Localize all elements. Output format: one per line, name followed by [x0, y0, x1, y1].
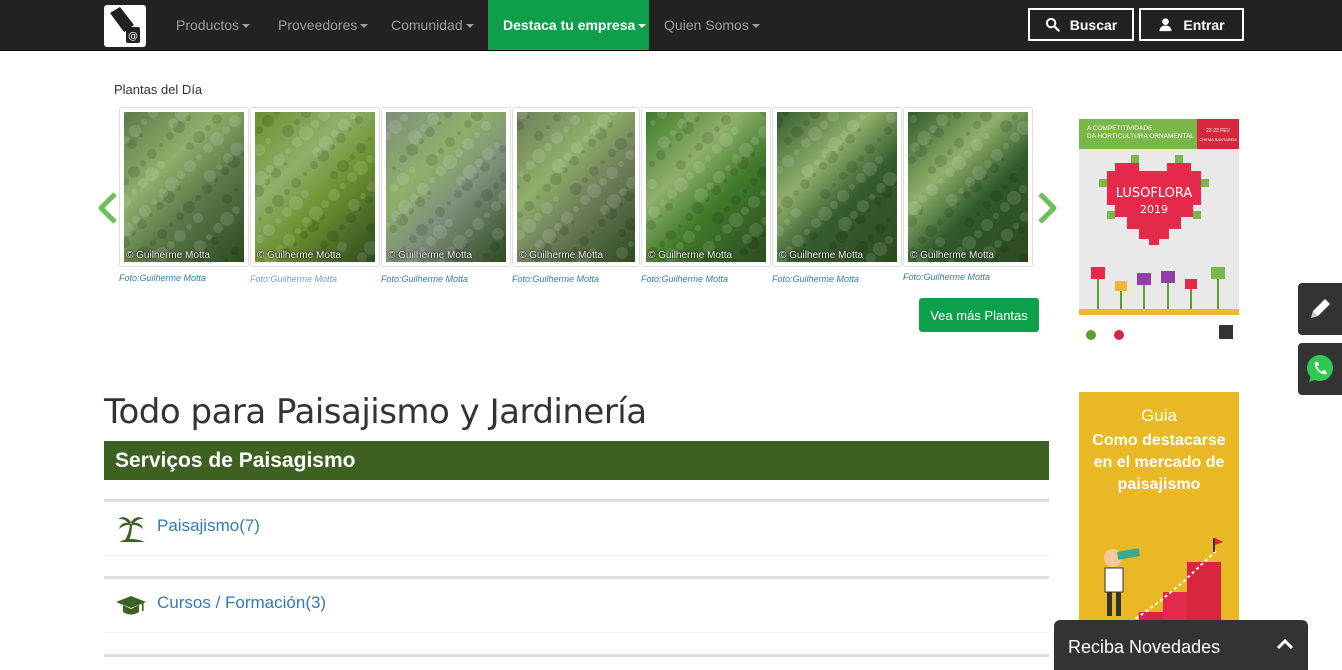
- plants-title: Plantas del Día: [114, 82, 203, 97]
- guide-ad-line1: Guia: [1141, 406, 1177, 425]
- plant-watermark: © Guilherme Motta: [779, 250, 864, 261]
- guide-ad-line2: Como destacarse en el mercado de paisaji…: [1092, 432, 1226, 493]
- plant-photo-texture: [255, 112, 375, 262]
- edit-floating-button[interactable]: [1298, 283, 1342, 335]
- category-divider: [104, 654, 1049, 657]
- plant-photo-texture: [386, 112, 506, 262]
- lusoflora-banner-graphic: A COMPETITIVIDADE DA HORTICULTURA ORNAMEN…: [1079, 119, 1239, 345]
- category-row[interactable]: Paisajismo(7): [104, 499, 1049, 556]
- caret-down-icon: [751, 24, 760, 29]
- section-header: Serviços de Paisagismo: [104, 441, 1049, 480]
- search-icon: [1045, 17, 1060, 32]
- site-logo[interactable]: @: [104, 5, 146, 47]
- plant-watermark: © Guilherme Motta: [257, 250, 342, 261]
- lusoflora-name: LUSOFLORA: [1116, 186, 1193, 201]
- nav-destaca-tu-empresa[interactable]: Destaca tu empresa: [488, 0, 649, 50]
- plant-photo[interactable]: © Guilherme Motta: [908, 112, 1028, 262]
- nav-productos[interactable]: Productos: [176, 0, 251, 50]
- newsletter-panel[interactable]: Reciba Novedades: [1054, 620, 1308, 670]
- nav-proveedores[interactable]: Proveedores: [278, 0, 369, 50]
- plant-card[interactable]: © Guilherme Motta: [641, 107, 771, 267]
- plant-card[interactable]: © Guilherme Motta: [772, 107, 902, 267]
- plant-card[interactable]: © Guilherme Motta: [119, 107, 249, 267]
- plant-photo-texture: [517, 112, 635, 262]
- plant-photo-texture: [646, 112, 766, 262]
- plant-card[interactable]: © Guilherme Motta: [250, 107, 380, 267]
- see-more-plants-button[interactable]: Vea más Plantas: [919, 298, 1039, 332]
- nav-quien-somos[interactable]: Quien Somos: [664, 0, 760, 50]
- graduation-cap-icon: [116, 596, 146, 615]
- plant-photo-texture: [908, 112, 1028, 262]
- palm-tree-icon: [118, 517, 145, 542]
- plant-watermark: © Guilherme Motta: [388, 250, 473, 261]
- plant-photo[interactable]: © Guilherme Motta: [517, 112, 635, 262]
- newsletter-label: Reciba Novedades: [1068, 637, 1221, 657]
- caret-down-icon: [465, 24, 474, 29]
- plant-photo[interactable]: © Guilherme Motta: [646, 112, 766, 262]
- plant-photo[interactable]: © Guilherme Motta: [255, 112, 375, 262]
- login-button[interactable]: Entrar: [1139, 8, 1244, 41]
- top-navbar: @ Productos Proveedores Comunidad Destac…: [0, 0, 1342, 51]
- caret-down-icon: [242, 24, 251, 29]
- plant-credit-link[interactable]: Foto:Guilherme Motta: [119, 273, 206, 283]
- search-button[interactable]: Buscar: [1028, 8, 1134, 41]
- plant-card[interactable]: © Guilherme Motta: [903, 107, 1033, 267]
- plant-watermark: © Guilherme Motta: [648, 250, 733, 261]
- lusoflora-year: 2019: [1140, 203, 1168, 216]
- plant-credit-link[interactable]: Foto:Guilherme Motta: [512, 274, 599, 284]
- plant-photo[interactable]: © Guilherme Motta: [777, 112, 897, 262]
- page-title: Todo para Paisajismo y Jardinería: [104, 392, 647, 432]
- plant-credit-link[interactable]: Foto:Guilherme Motta: [250, 274, 337, 284]
- plant-photo-texture: [124, 112, 244, 262]
- user-icon: [1159, 18, 1172, 32]
- category-row[interactable]: Cursos / Formación(3): [104, 576, 1049, 633]
- plant-watermark: © Guilherme Motta: [126, 250, 211, 261]
- carousel-next-arrow-icon[interactable]: [1034, 190, 1060, 226]
- caret-down-icon: [638, 24, 647, 29]
- plant-watermark: © Guilherme Motta: [519, 250, 604, 261]
- lusoflora-place: CNEMA SANTARÉM: [1199, 137, 1236, 142]
- lusoflora-dates: 22-23 FEV: [1206, 128, 1231, 134]
- pencil-icon: [1311, 299, 1330, 318]
- login-button-label: Entrar: [1183, 16, 1225, 33]
- plant-credit-link[interactable]: Foto:Guilherme Motta: [641, 274, 728, 284]
- plant-credit-link[interactable]: Foto:Guilherme Motta: [903, 272, 990, 282]
- svg-text:@: @: [128, 31, 138, 42]
- carousel-prev-arrow-icon[interactable]: [95, 190, 121, 226]
- chevron-up-icon[interactable]: [1276, 638, 1294, 650]
- plant-credit-link[interactable]: Foto:Guilherme Motta: [381, 274, 468, 284]
- plant-photo[interactable]: © Guilherme Motta: [386, 112, 506, 262]
- whatsapp-icon: [1307, 355, 1333, 382]
- plant-photo[interactable]: © Guilherme Motta: [124, 112, 244, 262]
- plant-photo-texture: [777, 112, 897, 262]
- lusoflora-ad[interactable]: A COMPETITIVIDADE DA HORTICULTURA ORNAMEN…: [1079, 119, 1239, 345]
- category-label[interactable]: Cursos / Formación(3): [157, 593, 326, 613]
- category-label[interactable]: Paisajismo(7): [157, 516, 260, 536]
- plant-card[interactable]: © Guilherme Motta: [512, 107, 640, 267]
- caret-down-icon: [360, 24, 369, 29]
- logo-icon: @: [110, 7, 140, 43]
- whatsapp-floating-button[interactable]: [1298, 343, 1342, 395]
- nav-comunidad[interactable]: Comunidad: [391, 0, 474, 50]
- plant-watermark: © Guilherme Motta: [910, 250, 995, 261]
- search-button-label: Buscar: [1069, 16, 1118, 33]
- plant-card[interactable]: © Guilherme Motta: [381, 107, 511, 267]
- plant-credit-link[interactable]: Foto:Guilherme Motta: [772, 274, 859, 284]
